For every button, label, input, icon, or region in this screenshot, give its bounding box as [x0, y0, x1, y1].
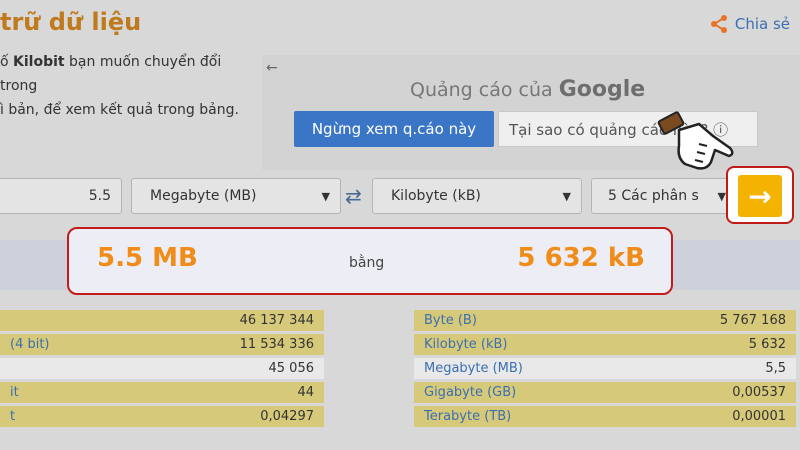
- ad-title-text: Quảng cáo của: [410, 79, 559, 101]
- table-row: Terabyte (TB) 0,00001: [414, 406, 796, 430]
- precision-value: 5 Các phân s: [608, 188, 699, 204]
- table-row: 46 137 344: [0, 310, 324, 334]
- row-value: 0,00001: [732, 409, 786, 424]
- row-value: 45 056: [268, 361, 315, 376]
- table-row: Gigabyte (GB) 0,00537: [414, 382, 796, 406]
- chevron-down-icon: ▼: [717, 189, 726, 203]
- page-title: trữ dữ liệu: [0, 8, 142, 36]
- table-row: it 44: [0, 382, 324, 406]
- chevron-down-icon: ▼: [321, 189, 330, 203]
- from-unit-select[interactable]: Megabyte (MB) ▼: [131, 178, 341, 214]
- share-label: Chia sẻ: [734, 15, 790, 33]
- precision-select[interactable]: 5 Các phân s ▼: [591, 178, 735, 214]
- ad-title: Quảng cáo của Google: [410, 77, 645, 102]
- row-value: 11 534 336: [239, 337, 314, 352]
- to-unit-select[interactable]: Kilobyte (kB) ▼: [372, 178, 582, 214]
- desc-bold: Kilobit: [13, 54, 65, 70]
- result-box: 5.5 MB bằng 5 632 kB: [67, 227, 673, 295]
- ad-back-icon[interactable]: ←: [266, 60, 278, 76]
- row-label[interactable]: (4 bit): [10, 337, 50, 352]
- swap-icon[interactable]: ⇄: [345, 184, 362, 208]
- row-value: 0,00537: [732, 385, 786, 400]
- row-value: 44: [297, 385, 314, 400]
- stop-ad-button[interactable]: Ngừng xem q.cáo này: [294, 111, 494, 147]
- row-label[interactable]: Megabyte (MB): [424, 361, 523, 376]
- value-input[interactable]: 5.5: [0, 178, 122, 214]
- result-to: 5 632 kB: [517, 243, 645, 273]
- table-row: 45 056: [0, 358, 324, 382]
- table-row: t 0,04297: [0, 406, 324, 430]
- chevron-down-icon: ▼: [562, 189, 571, 203]
- from-unit-value: Megabyte (MB): [150, 188, 257, 204]
- row-value: 5 632: [748, 337, 786, 352]
- table-row: Megabyte (MB) 5,5: [414, 358, 796, 382]
- desc-line2: ì bản, để xem kết quả trong bảng.: [0, 102, 239, 118]
- description: ố Kilobit bạn muốn chuyển đổi trong ì bả…: [0, 50, 258, 122]
- row-label[interactable]: Kilobyte (kB): [424, 337, 507, 352]
- row-value: 5 767 168: [719, 313, 786, 328]
- result-from: 5.5 MB: [97, 243, 198, 273]
- desc-prefix: ố: [0, 54, 14, 70]
- table-row: Byte (B) 5 767 168: [414, 310, 796, 334]
- row-value: 0,04297: [260, 409, 314, 424]
- row-label[interactable]: Terabyte (TB): [424, 409, 511, 424]
- row-label[interactable]: it: [10, 385, 19, 400]
- row-label[interactable]: Gigabyte (GB): [424, 385, 516, 400]
- share-link[interactable]: Chia sẻ: [709, 14, 790, 34]
- table-row: (4 bit) 11 534 336: [0, 334, 324, 358]
- row-value: 5,5: [765, 361, 786, 376]
- conversion-table-right: Byte (B) 5 767 168 Kilobyte (kB) 5 632 Meg…: [414, 310, 796, 430]
- row-label[interactable]: t: [10, 409, 15, 424]
- row-value: 46 137 344: [239, 313, 314, 328]
- result-equals: bằng: [349, 255, 385, 271]
- share-icon: [710, 15, 727, 33]
- to-unit-value: Kilobyte (kB): [391, 188, 481, 204]
- pointer-hand-icon: [657, 111, 734, 170]
- convert-button[interactable]: →: [738, 175, 782, 217]
- ad-brand: Google: [558, 77, 646, 102]
- conversion-table-left: 46 137 344 (4 bit) 11 534 336 45 056 it 44…: [0, 310, 324, 430]
- table-row: Kilobyte (kB) 5 632: [414, 334, 796, 358]
- row-label[interactable]: Byte (B): [424, 313, 477, 328]
